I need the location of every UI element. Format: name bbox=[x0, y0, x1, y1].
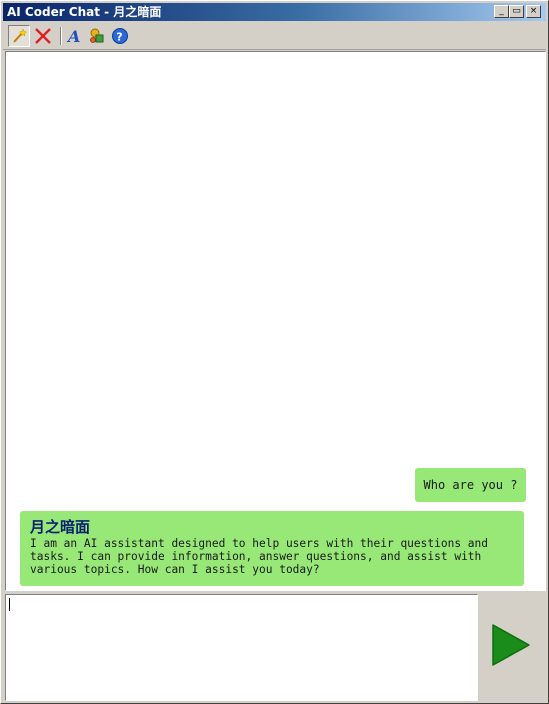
toolbar-separator bbox=[60, 27, 62, 45]
send-arrow-icon bbox=[492, 624, 530, 666]
wand-icon bbox=[13, 28, 27, 43]
app-window: AI Coder Chat - 月之暗面 _ ▭ × A ? Who are y… bbox=[0, 0, 549, 704]
svg-text:?: ? bbox=[116, 31, 122, 44]
assistant-message-text: I am an AI assistant designed to help us… bbox=[30, 537, 489, 576]
toolbar: A ? bbox=[3, 22, 546, 50]
send-button[interactable] bbox=[483, 613, 539, 677]
message-input[interactable] bbox=[6, 595, 477, 700]
restore-button[interactable]: ▭ bbox=[509, 5, 524, 18]
text-caret bbox=[9, 598, 10, 611]
minimize-button[interactable]: _ bbox=[494, 5, 509, 18]
assistant-name: 月之暗面 bbox=[30, 518, 91, 536]
help-button[interactable]: ? bbox=[109, 25, 131, 47]
red-x-icon bbox=[35, 28, 51, 44]
message-input-container bbox=[5, 594, 478, 701]
window-title: AI Coder Chat - 月之暗面 bbox=[7, 5, 162, 19]
plugin-icon bbox=[90, 28, 104, 43]
help-icon: ? bbox=[112, 28, 128, 44]
clear-chat-button[interactable] bbox=[32, 25, 54, 47]
new-chat-button[interactable] bbox=[8, 25, 30, 47]
user-message-bubble: Who are you ? bbox=[415, 468, 526, 502]
font-a-icon: A bbox=[66, 27, 80, 45]
assistant-message-bubble: 月之暗面 I am an AI assistant designed to he… bbox=[20, 511, 524, 586]
svg-text:A: A bbox=[66, 27, 80, 45]
settings-button[interactable] bbox=[86, 25, 108, 47]
font-button[interactable]: A bbox=[63, 25, 85, 47]
chat-history[interactable]: Who are you ? 月之暗面 I am an AI assistant … bbox=[5, 51, 546, 591]
title-bar[interactable]: AI Coder Chat - 月之暗面 _ ▭ × bbox=[3, 3, 546, 21]
close-button[interactable]: × bbox=[526, 5, 541, 18]
